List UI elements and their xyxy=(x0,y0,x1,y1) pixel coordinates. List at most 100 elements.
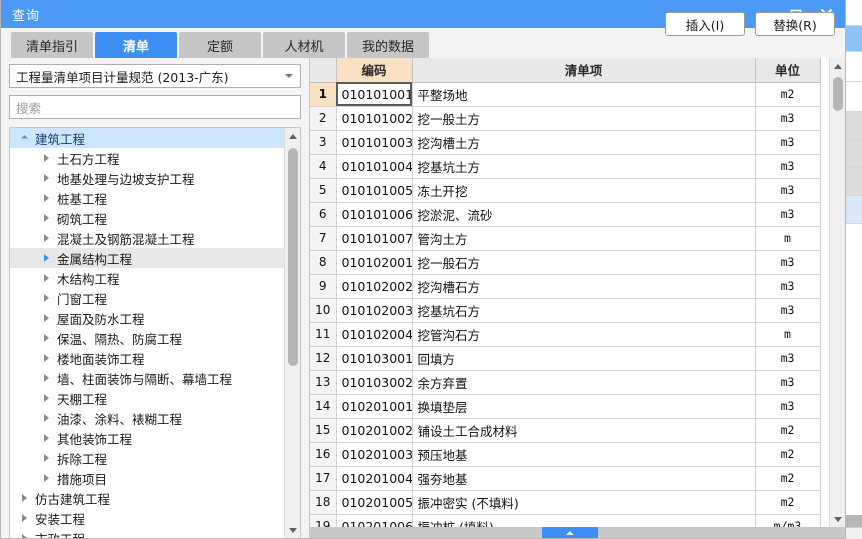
tree-item[interactable]: 门窗工程 xyxy=(10,288,284,308)
cell-item[interactable]: 预压地基 xyxy=(412,442,756,467)
cell-item[interactable]: 回填方 xyxy=(412,346,756,371)
row-number-cell[interactable]: 10 xyxy=(310,298,337,323)
cell-unit[interactable]: m3 xyxy=(755,202,821,227)
tree-item[interactable]: 土石方工程 xyxy=(10,148,284,168)
tab-wodeshuju[interactable]: 我的数据 xyxy=(347,32,429,58)
cell-item[interactable]: 管沟土方 xyxy=(412,226,756,251)
grid-scroll-thumb[interactable] xyxy=(833,77,843,111)
cell-unit[interactable]: m3 xyxy=(755,106,821,131)
cell-unit[interactable]: m3 xyxy=(755,394,821,419)
cell-unit[interactable]: m xyxy=(755,226,821,251)
table-row[interactable]: 18 010201005 振冲密实 (不填料) m2 xyxy=(310,490,821,515)
chevron-right-icon[interactable] xyxy=(16,514,32,522)
cell-unit[interactable]: m3 xyxy=(755,250,821,275)
scroll-up-icon[interactable] xyxy=(285,128,300,144)
cell-code[interactable]: 010101004 xyxy=(336,154,413,179)
column-header-rownum[interactable] xyxy=(310,58,337,83)
tab-dinge[interactable]: 定额 xyxy=(179,32,261,58)
chevron-right-icon[interactable] xyxy=(38,314,54,322)
table-row[interactable]: 15 010201002 铺设土工合成材料 m2 xyxy=(310,418,821,443)
tab-qingdan-zhiyin[interactable]: 清单指引 xyxy=(11,32,93,58)
row-number-cell[interactable]: 13 xyxy=(310,370,337,395)
tab-rencaiji[interactable]: 人材机 xyxy=(263,32,345,58)
cell-item[interactable]: 挖管沟石方 xyxy=(412,322,756,347)
column-header-unit[interactable]: 单位 xyxy=(755,58,821,83)
tree-item[interactable]: 仿古建筑工程 xyxy=(10,488,284,508)
cell-item[interactable]: 挖淤泥、流砂 xyxy=(412,202,756,227)
row-number-cell[interactable]: 6 xyxy=(310,202,337,227)
scroll-down-icon[interactable] xyxy=(285,522,300,538)
table-row[interactable]: 11 010102004 挖管沟石方 m xyxy=(310,322,821,347)
cell-unit[interactable]: m3 xyxy=(755,130,821,155)
row-number-cell[interactable]: 2 xyxy=(310,106,337,131)
chevron-right-icon[interactable] xyxy=(38,414,54,422)
cell-code[interactable]: 010201003 xyxy=(336,442,413,467)
row-number-cell[interactable]: 17 xyxy=(310,466,337,491)
search-input[interactable]: 搜索 xyxy=(9,95,301,119)
chevron-right-icon[interactable] xyxy=(38,234,54,242)
cell-code[interactable]: 010101003 xyxy=(336,130,413,155)
table-row[interactable]: 5 010101005 冻土开挖 m3 xyxy=(310,178,821,203)
row-number-cell[interactable]: 7 xyxy=(310,226,337,251)
row-number-cell[interactable]: 18 xyxy=(310,490,337,515)
cell-code[interactable]: 010101002 xyxy=(336,106,413,131)
scroll-up-icon[interactable] xyxy=(830,58,845,74)
table-row[interactable]: 9 010102002 挖沟槽石方 m3 xyxy=(310,274,821,299)
cell-code[interactable]: 010101005 xyxy=(336,178,413,203)
tree-item[interactable]: 砌筑工程 xyxy=(10,208,284,228)
cell-unit[interactable]: m3 xyxy=(755,274,821,299)
tree-item[interactable]: 楼地面装饰工程 xyxy=(10,348,284,368)
replace-button[interactable]: 替换(R) xyxy=(755,12,835,36)
tab-qingdan[interactable]: 清单 xyxy=(95,32,177,58)
grid-vertical-scrollbar[interactable] xyxy=(829,58,845,527)
cell-code[interactable]: 010201001 xyxy=(336,394,413,419)
tree-item[interactable]: 地基处理与边坡支护工程 xyxy=(10,168,284,188)
cell-code[interactable]: 010102004 xyxy=(336,322,413,347)
cell-code[interactable]: 010101001 xyxy=(336,82,413,107)
cell-unit[interactable]: m3 xyxy=(755,178,821,203)
cell-item[interactable]: 换填垫层 xyxy=(412,394,756,419)
cell-unit[interactable]: m2 xyxy=(755,418,821,443)
chevron-right-icon[interactable] xyxy=(38,334,54,342)
tree-item[interactable]: 金属结构工程 xyxy=(10,248,284,268)
row-number-cell[interactable]: 14 xyxy=(310,394,337,419)
cell-item[interactable]: 挖一般土方 xyxy=(412,106,756,131)
cell-unit[interactable]: m3 xyxy=(755,154,821,179)
table-row[interactable]: 10 010102003 挖基坑石方 m3 xyxy=(310,298,821,323)
tree-item[interactable]: 拆除工程 xyxy=(10,448,284,468)
row-number-cell[interactable]: 9 xyxy=(310,274,337,299)
cell-code[interactable]: 010102002 xyxy=(336,274,413,299)
cell-unit[interactable]: m2 xyxy=(755,466,821,491)
chevron-right-icon[interactable] xyxy=(38,214,54,222)
table-row[interactable]: 13 010103002 余方弃置 m3 xyxy=(310,370,821,395)
category-tree[interactable]: 建筑工程 土石方工程 地基处理与边坡支护工程 桩基工程 砌筑工程 混凝土及钢筋混凝土工程金… xyxy=(10,128,284,538)
chevron-right-icon[interactable] xyxy=(38,434,54,442)
tree-scrollbar[interactable] xyxy=(284,128,300,538)
chevron-right-icon[interactable] xyxy=(16,494,32,502)
row-number-cell[interactable]: 3 xyxy=(310,130,337,155)
cell-item[interactable]: 挖一般石方 xyxy=(412,250,756,275)
cell-code[interactable]: 010102001 xyxy=(336,250,413,275)
chevron-right-icon[interactable] xyxy=(16,534,32,538)
tree-item[interactable]: 屋面及防水工程 xyxy=(10,308,284,328)
tree-item[interactable]: 其他装饰工程 xyxy=(10,428,284,448)
cell-item[interactable]: 余方弃置 xyxy=(412,370,756,395)
cell-unit[interactable]: m2 xyxy=(755,442,821,467)
table-row[interactable]: 16 010201003 预压地基 m2 xyxy=(310,442,821,467)
cell-unit[interactable]: m xyxy=(755,322,821,347)
chevron-right-icon[interactable] xyxy=(38,454,54,462)
insert-button[interactable]: 插入(I) xyxy=(665,12,745,36)
table-row[interactable]: 12 010103001 回填方 m3 xyxy=(310,346,821,371)
table-row[interactable]: 3 010101003 挖沟槽土方 m3 xyxy=(310,130,821,155)
cell-code[interactable]: 010201002 xyxy=(336,418,413,443)
chevron-right-icon[interactable] xyxy=(38,154,54,162)
tree-item[interactable]: 桩基工程 xyxy=(10,188,284,208)
table-row[interactable]: 6 010101006 挖淤泥、流砂 m3 xyxy=(310,202,821,227)
tree-item[interactable]: 木结构工程 xyxy=(10,268,284,288)
grid-horizontal-scrollbar[interactable] xyxy=(310,527,845,538)
cell-unit[interactable]: m3 xyxy=(755,346,821,371)
tree-item[interactable]: 市政工程 xyxy=(10,528,284,538)
chevron-down-icon[interactable] xyxy=(16,134,32,142)
cell-code[interactable]: 010201004 xyxy=(336,466,413,491)
table-row[interactable]: 4 010101004 挖基坑土方 m3 xyxy=(310,154,821,179)
